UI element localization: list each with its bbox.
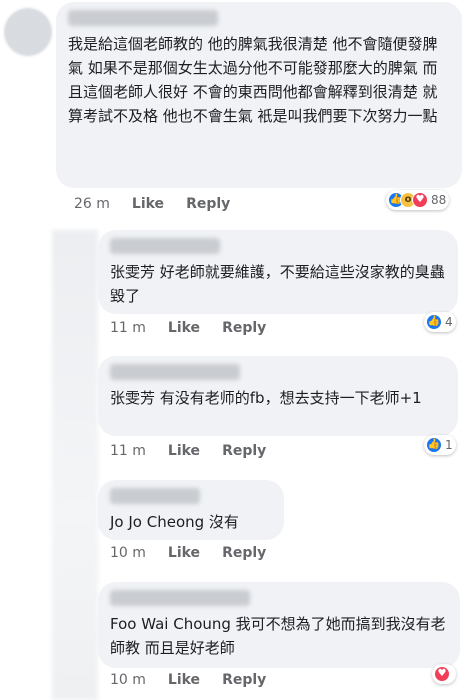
reaction-count: 1 — [445, 438, 453, 452]
reply-text: Jo Jo Cheong 沒有 — [110, 513, 239, 531]
reaction-summary[interactable]: 👍 4 — [424, 312, 456, 332]
comment-bubble: 我是給這個老師教的 他的脾氣我很清楚 他不會隨便發脾氣 如果不是那個女生太過分他… — [56, 2, 462, 188]
like-button[interactable]: Like — [168, 545, 200, 561]
author-name-redacted[interactable] — [110, 488, 200, 504]
timestamp[interactable]: 10 m — [110, 545, 146, 561]
reply-actions: 11 m Like Reply — [110, 320, 266, 336]
reply-button[interactable]: Reply — [186, 196, 230, 212]
reply-button[interactable]: Reply — [222, 545, 266, 561]
author-name-redacted[interactable] — [110, 590, 250, 606]
reply-button[interactable]: Reply — [222, 443, 266, 459]
like-button[interactable]: Like — [132, 196, 164, 212]
reply-bubble: 张雯芳 好老師就要維護，不要給這些沒家教的臭蟲毀了 — [98, 230, 458, 314]
timestamp[interactable]: 11 m — [110, 443, 146, 459]
love-icon: ♥ — [434, 666, 450, 682]
reply-actions: 10 m Like Reply — [110, 545, 266, 561]
reply-thread-line — [52, 230, 98, 700]
like-icon: 👍 — [426, 314, 442, 330]
reply-actions: 11 m Like Reply — [110, 443, 266, 459]
reply-bubble: 张雯芳 有没有老师的fb，想去支持一下老师+1 — [98, 356, 458, 436]
author-name-redacted[interactable] — [110, 238, 220, 254]
like-icon: 👍 — [426, 437, 442, 453]
reply-actions: 10 m Like Reply — [110, 672, 266, 688]
reply-bubble: Jo Jo Cheong 沒有 — [98, 480, 284, 540]
timestamp[interactable]: 11 m — [110, 320, 146, 336]
reply-text: 张雯芳 有没有老师的fb，想去支持一下老师+1 — [110, 389, 422, 407]
like-button[interactable]: Like — [168, 443, 200, 459]
reply-bubble: Foo Wai Choung 我可不想為了她而搞到我沒有老師教 而且是好老師 — [98, 582, 460, 668]
reply-text: 张雯芳 好老師就要維護，不要給這些沒家教的臭蟲毀了 — [110, 263, 445, 305]
timestamp[interactable]: 26 m — [74, 196, 110, 212]
timestamp[interactable]: 10 m — [110, 672, 146, 688]
author-name-redacted[interactable] — [68, 10, 218, 26]
reply-button[interactable]: Reply — [222, 672, 266, 688]
reaction-count: 88 — [431, 193, 447, 207]
reaction-count: 4 — [445, 315, 453, 329]
comment-actions: 26 m Like Reply — [74, 196, 230, 212]
avatar[interactable] — [4, 8, 52, 56]
reply-button[interactable]: Reply — [222, 320, 266, 336]
reaction-summary[interactable]: 👍 1 — [424, 435, 456, 455]
reply-text: Foo Wai Choung 我可不想為了她而搞到我沒有老師教 而且是好老師 — [110, 615, 446, 657]
comment-text: 我是給這個老師教的 他的脾氣我很清楚 他不會隨便發脾氣 如果不是那個女生太過分他… — [68, 35, 438, 125]
like-button[interactable]: Like — [168, 672, 200, 688]
author-name-redacted[interactable] — [110, 364, 240, 380]
love-icon: ♥ — [412, 192, 428, 208]
like-button[interactable]: Like — [168, 320, 200, 336]
reaction-summary[interactable]: ♥ — [432, 664, 456, 684]
reaction-summary[interactable]: 👍 o ♥ 88 — [386, 190, 450, 210]
